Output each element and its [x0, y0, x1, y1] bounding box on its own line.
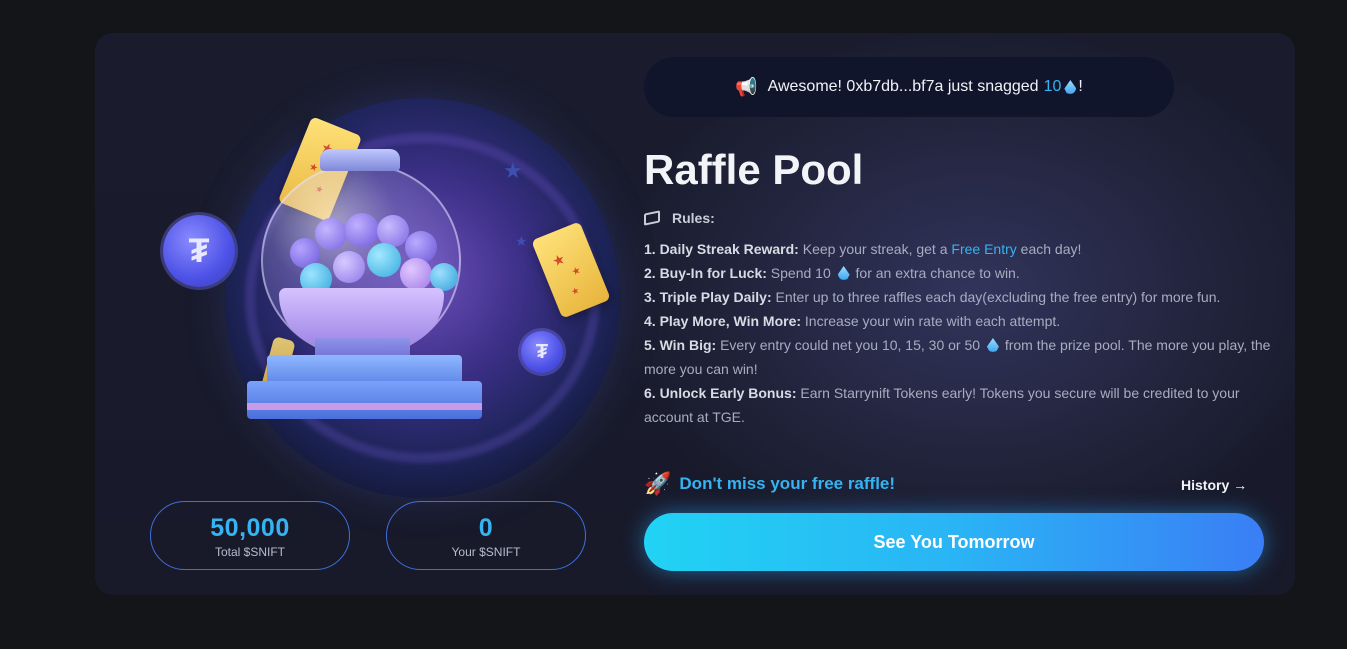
rule-label: 4. Play More, Win More: [644, 313, 802, 329]
rule-text: each day! [1020, 241, 1082, 257]
rules-heading: Rules: [644, 210, 715, 226]
your-snift-value: 0 [478, 514, 494, 542]
free-raffle-promo: 🚀 Don't miss your free raffle! [644, 471, 895, 497]
machine-base-bottom [247, 381, 482, 419]
rule-item: 5. Win Big: Every entry could net you 10… [644, 333, 1279, 381]
rule-text: Increase your win rate with each attempt… [804, 313, 1061, 329]
rules-list: 1. Daily Streak Reward: Keep your streak… [644, 237, 1279, 429]
gumball [333, 251, 365, 283]
total-snift-stat: 50,000 Total $SNIFT [150, 501, 350, 570]
raffle-pool-card: ★ ★ ★★★ ★★★ ₮ ₮ 50,000 Total $SNIFT [95, 33, 1295, 595]
total-snift-value: 50,000 [210, 514, 290, 542]
see-you-tomorrow-button[interactable]: See You Tomorrow [644, 513, 1264, 571]
ticker-suffix: ! [1078, 78, 1083, 95]
rule-item: 3. Triple Play Daily: Enter up to three … [644, 285, 1279, 309]
rule-text: for an extra chance to win. [855, 265, 1020, 281]
gumball-machine-illustration: ★ ★ ★★★ ★★★ ₮ ₮ [155, 63, 620, 498]
star-icon: ★ [515, 233, 528, 249]
rule-label: 6. Unlock Early Bonus: [644, 385, 797, 401]
ticker-text: Awesome! 0xb7db...bf7a just snagged [767, 78, 1039, 95]
page-title: Raffle Pool [644, 146, 864, 193]
gumball [430, 263, 458, 291]
rule-label: 1. Daily Streak Reward: [644, 241, 799, 257]
drop-icon [986, 338, 999, 352]
token-coin-icon: ₮ [163, 215, 235, 287]
megaphone-icon: 📢 [735, 76, 758, 97]
rule-text: Every entry could net you 10, 15, 30 or … [720, 337, 981, 353]
gumball [367, 243, 401, 277]
promo-text: Don't miss your free raffle! [679, 474, 896, 493]
rule-text: Spend 10 [770, 265, 831, 281]
rocket-icon: 🚀 [644, 471, 672, 496]
ticker-amount: 10 [1043, 78, 1062, 95]
rule-label: 5. Win Big: [644, 337, 717, 353]
rule-text: Enter up to three raffles each day(exclu… [775, 289, 1221, 305]
winner-ticker: 📢 Awesome! 0xb7db...bf7a just snagged 10… [644, 57, 1174, 117]
book-icon [644, 210, 660, 226]
gumball [345, 213, 379, 247]
rule-item: 6. Unlock Early Bonus: Earn Starrynift T… [644, 381, 1279, 429]
history-link[interactable]: History → [1181, 477, 1247, 493]
drop-icon [1064, 80, 1077, 94]
rule-label: 2. Buy-In for Luck: [644, 265, 767, 281]
rule-item: 1. Daily Streak Reward: Keep your streak… [644, 237, 1279, 261]
free-entry-link[interactable]: Free Entry [951, 241, 1016, 257]
rules-heading-label: Rules: [672, 210, 715, 226]
total-snift-label: Total $SNIFT [214, 545, 286, 559]
rule-text: Keep your streak, get a [802, 241, 948, 257]
token-coin-icon: ₮ [521, 331, 563, 373]
machine-base-stripe [247, 403, 482, 410]
gumball [315, 218, 347, 250]
drop-icon [837, 266, 850, 280]
your-snift-stat: 0 Your $SNIFT [386, 501, 586, 570]
rule-item: 4. Play More, Win More: Increase your wi… [644, 309, 1279, 333]
gumball [400, 258, 432, 290]
rule-item: 2. Buy-In for Luck: Spend 10 for an extr… [644, 261, 1279, 285]
your-snift-label: Your $SNIFT [451, 545, 521, 559]
star-icon: ★ [503, 158, 523, 183]
machine-cap [320, 149, 400, 171]
rule-label: 3. Triple Play Daily: [644, 289, 772, 305]
